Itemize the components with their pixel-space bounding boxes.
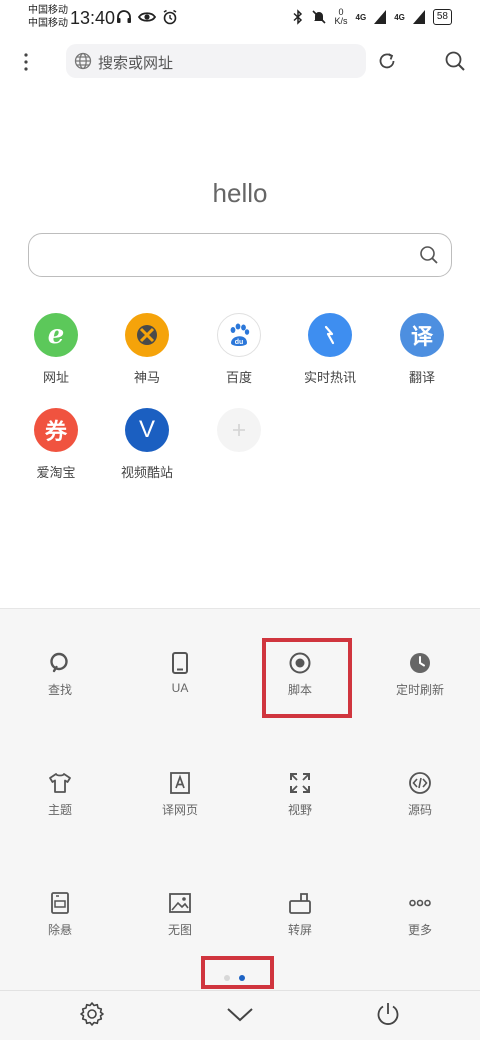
expand-icon [290, 773, 310, 793]
menu-label: 定时刷新 [395, 683, 444, 697]
page-dot-2[interactable] [239, 975, 245, 981]
signal-2-label: 4G [394, 12, 405, 22]
menu-label: 源码 [407, 803, 432, 817]
menu-label: 主题 [47, 803, 72, 817]
plus-icon [217, 408, 261, 452]
shortcut-label: 爱淘宝 [36, 465, 76, 480]
menu-field-of-view[interactable]: 视野 [240, 771, 360, 831]
headphones-icon [117, 10, 131, 23]
no-image-icon [169, 893, 191, 913]
status-bar: 中国移动 中国移动 13:40 0 K/s 4G 4G 58 [0, 0, 480, 36]
video-v-icon: V [125, 408, 169, 452]
page-indicator[interactable] [224, 975, 245, 981]
more-icon [409, 899, 431, 907]
remove-float-icon [51, 892, 69, 914]
status-icons-right: 0 K/s 4G 4G 58 [293, 8, 452, 26]
bottom-bar [0, 990, 480, 1040]
bluetooth-icon [293, 9, 302, 25]
net-speed: 0 K/s [334, 7, 348, 26]
svg-text:du: du [235, 339, 244, 346]
translate-page-icon [170, 772, 190, 794]
address-placeholder: 搜索或网址 [98, 55, 174, 72]
menu-rotate-screen[interactable]: 转屏 [240, 891, 360, 951]
menu-source-code[interactable]: 源码 [360, 771, 480, 831]
shortcut-add[interactable] [199, 408, 279, 452]
menu-label: 译网页 [161, 803, 198, 817]
status-time: 13:40 [70, 8, 116, 28]
arrow-cursor-icon [308, 313, 352, 357]
status-icons-left [116, 9, 178, 25]
shortcut-label: 网址 [42, 370, 69, 385]
baidu-paw-icon: du [217, 313, 261, 357]
shortcut-ai-taobao[interactable]: 券 爱淘宝 [16, 408, 96, 481]
shortcut-label: 视频酷站 [120, 465, 173, 480]
home-search-input[interactable] [28, 233, 452, 277]
menu-more[interactable]: 更多 [360, 891, 480, 951]
clock-icon [410, 653, 430, 673]
chevron-down-icon[interactable] [226, 1005, 254, 1025]
menu-label: 无图 [167, 923, 192, 937]
menu-remove-float[interactable]: 除悬 [0, 891, 120, 951]
phone-icon [172, 652, 188, 674]
carrier-1: 中国移动 [28, 5, 68, 16]
menu-label: 除悬 [47, 923, 72, 937]
menu-label: 查找 [47, 683, 72, 697]
shortcut-label: 百度 [225, 370, 252, 385]
signal-bars-icon [374, 10, 387, 24]
browser-toolbar: 搜索或网址 [0, 36, 480, 88]
menu-label: 更多 [407, 923, 432, 937]
home-page: hello e 网址 神马 du 百度 实时热讯 译 翻译 券 爱淘宝 V 视频… [0, 88, 480, 608]
shortcut-translate[interactable]: 译 翻译 [382, 313, 462, 386]
menu-timed-refresh[interactable]: 定时刷新 [360, 651, 480, 711]
shortcut-shenma[interactable]: 神马 [107, 313, 187, 386]
carrier-2: 中国移动 [28, 18, 68, 29]
menu-label: UA [171, 681, 189, 695]
menu-ua[interactable]: UA [120, 651, 240, 711]
coupon-icon: 券 [34, 408, 78, 452]
shortcut-wangzhi[interactable]: e 网址 [16, 313, 96, 386]
menu-translate-page[interactable]: 译网页 [120, 771, 240, 831]
menu-no-image[interactable]: 无图 [120, 891, 240, 951]
signal-bars-icon-2 [412, 10, 425, 24]
shortcut-label: 神马 [133, 370, 160, 385]
shortcut-video-site[interactable]: V 视频酷站 [107, 408, 187, 481]
search-icon[interactable] [419, 245, 439, 265]
overflow-menu-icon[interactable] [18, 50, 34, 74]
highlight-box-page-dots [201, 956, 274, 989]
eye-icon [138, 12, 156, 22]
highlight-box-script [262, 638, 352, 718]
shortcut-baidu[interactable]: du 百度 [199, 313, 279, 386]
menu-label: 转屏 [287, 923, 312, 937]
carrier-labels: 中国移动 中国移动 [28, 4, 68, 30]
signal-1-label: 4G [355, 12, 367, 22]
translate-icon: 译 [400, 313, 444, 357]
search-icon[interactable] [444, 50, 466, 72]
battery-indicator: 58 [432, 9, 452, 25]
browser-menu-sheet: 查找 UA 脚本 定时刷新 主题 译网页 视野 源码 除悬 无图 转屏 更多 [0, 608, 480, 990]
shortcut-label: 翻译 [408, 370, 435, 385]
reload-icon[interactable] [376, 50, 398, 72]
rotate-screen-icon [289, 893, 311, 914]
gear-icon[interactable] [79, 1001, 105, 1027]
shirt-icon [49, 773, 71, 793]
menu-theme[interactable]: 主题 [0, 771, 120, 831]
page-dot-1[interactable] [224, 975, 230, 981]
code-icon [409, 772, 431, 794]
search-icon [50, 652, 68, 673]
wangzhi-icon: e [34, 313, 78, 357]
menu-find[interactable]: 查找 [0, 651, 120, 711]
shortcut-label: 实时热讯 [303, 370, 356, 385]
mute-bell-icon [311, 10, 326, 24]
power-icon[interactable] [375, 1001, 401, 1027]
address-bar[interactable]: 搜索或网址 [66, 44, 366, 78]
shortcut-realtime-news[interactable]: 实时热讯 [290, 313, 370, 386]
alarm-icon [163, 9, 177, 25]
greeting-title: hello [212, 178, 268, 208]
menu-label: 视野 [287, 803, 312, 817]
shenma-icon [125, 313, 169, 357]
globe-icon [74, 52, 92, 70]
